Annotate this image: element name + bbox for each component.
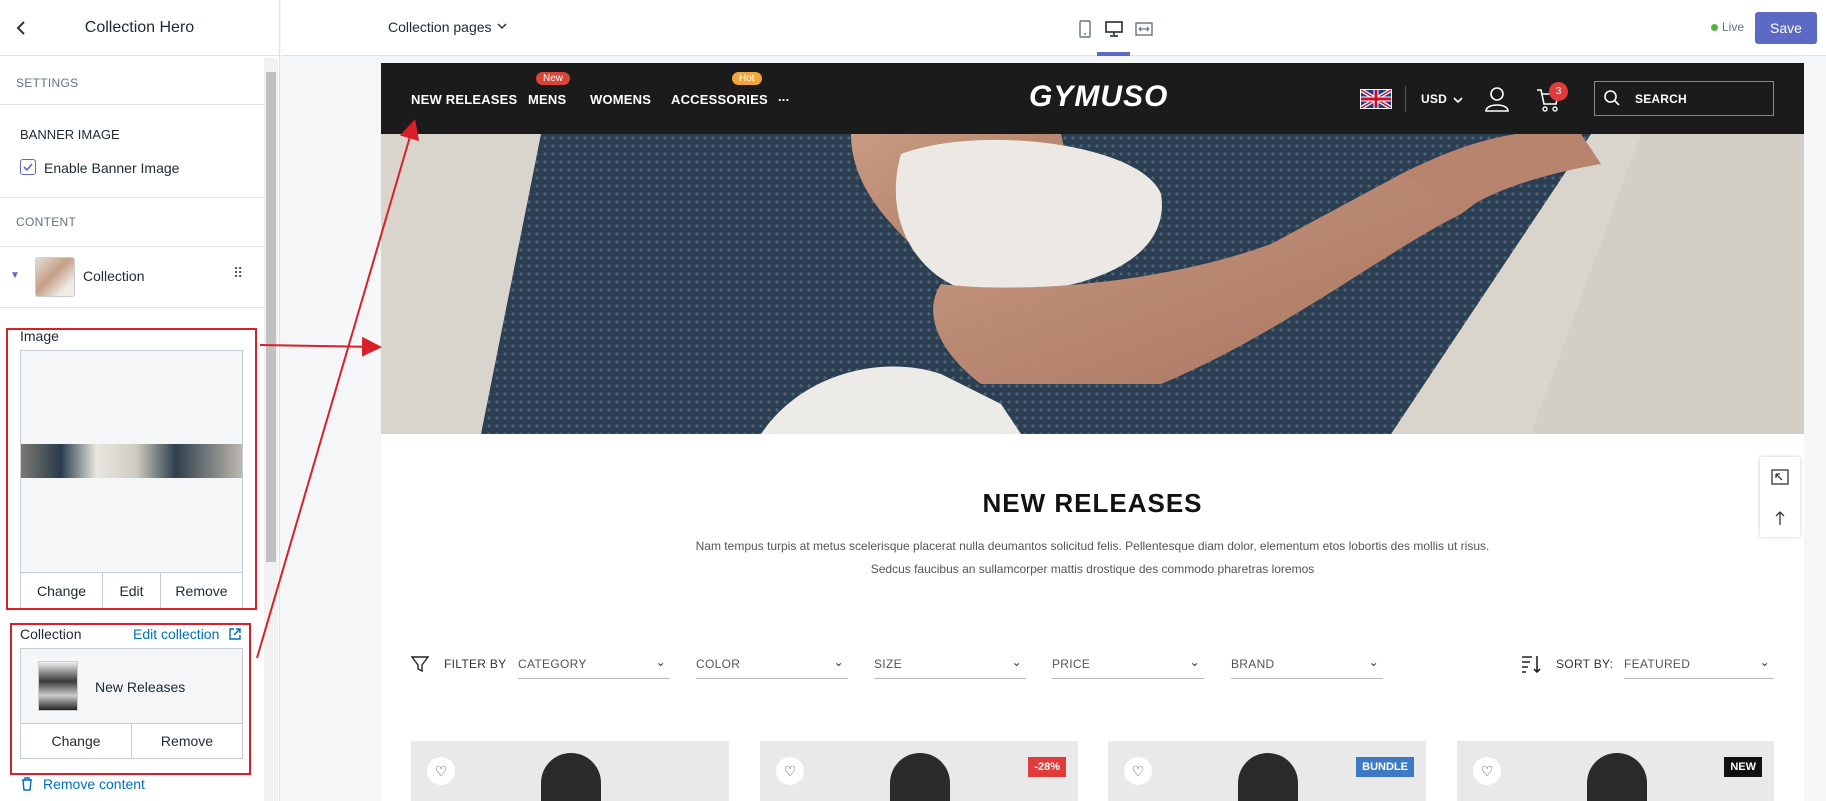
discount-badge: -28%: [1028, 757, 1066, 777]
sidebar-header: Collection Hero: [0, 0, 279, 56]
nav-divider: [1405, 86, 1406, 112]
collection-heading: NEW RELEASES: [982, 488, 1203, 518]
filter-brand-label: BRAND: [1231, 657, 1275, 671]
scroll-top-icon[interactable]: [1772, 509, 1788, 532]
filter-size[interactable]: SIZE ⌄: [874, 655, 1026, 679]
collapse-caret-icon[interactable]: ▼: [10, 270, 20, 281]
chevron-down-icon[interactable]: [496, 19, 508, 37]
trash-icon[interactable]: [20, 776, 34, 797]
filter-category-label: CATEGORY: [518, 657, 587, 671]
active-view-indicator: [1097, 52, 1130, 56]
product-image: [890, 753, 950, 801]
enable-banner-label: Enable Banner Image: [44, 160, 180, 176]
search-icon: [1603, 89, 1621, 112]
nav-more[interactable]: ...: [778, 89, 789, 104]
product-image: [1587, 753, 1647, 801]
collection-highlight-box: [10, 623, 251, 775]
uk-flag-icon[interactable]: [1360, 89, 1392, 109]
sort-icon: [1520, 653, 1542, 680]
filter-size-label: SIZE: [874, 657, 902, 671]
full-width-view-icon[interactable]: [1134, 20, 1154, 43]
heart-icon[interactable]: ♡: [1473, 757, 1501, 785]
filter-icon: [410, 654, 430, 679]
heart-icon[interactable]: ♡: [1124, 757, 1152, 785]
new-badge: NEW: [1724, 757, 1762, 777]
save-button[interactable]: Save: [1755, 12, 1817, 44]
product-card[interactable]: ♡ NEW: [1457, 741, 1774, 801]
filter-color-label: COLOR: [696, 657, 741, 671]
nav-new-tag: New: [536, 72, 571, 85]
nav-accessories[interactable]: ACCESSORIES: [671, 92, 768, 107]
back-arrow-icon[interactable]: [14, 18, 28, 38]
filter-price-label: PRICE: [1052, 657, 1091, 671]
collection-description-line-1: Nam tempus turpis at metus scelerisque p…: [695, 539, 1490, 553]
heart-icon[interactable]: ♡: [776, 757, 804, 785]
chevron-down-icon: ⌄: [655, 655, 666, 669]
filter-price[interactable]: PRICE ⌄: [1052, 655, 1204, 679]
store-preview: NEW RELEASES MENS New WOMENS ACCESSORIES…: [381, 63, 1804, 801]
sidebar-title: Collection Hero: [84, 18, 195, 36]
editor-topbar: Collection pages Live Save: [281, 0, 1826, 56]
account-icon[interactable]: [1484, 85, 1510, 118]
settings-label: SETTINGS: [16, 76, 79, 90]
nav-womens[interactable]: WOMENS: [590, 92, 651, 107]
live-status: Live: [1722, 20, 1745, 34]
preview-tools: [1760, 457, 1800, 537]
store-logo[interactable]: GYMUSO: [1029, 80, 1168, 114]
currency-selector[interactable]: USD: [1421, 92, 1447, 106]
cart-count-badge: 3: [1549, 82, 1568, 101]
heart-icon[interactable]: ♡: [427, 757, 455, 785]
drag-handle-icon[interactable]: ⠿: [233, 265, 243, 282]
sidebar-scroll-thumb[interactable]: [266, 72, 276, 562]
filter-brand[interactable]: BRAND ⌄: [1231, 655, 1383, 679]
sort-select[interactable]: FEATURED ⌄: [1624, 655, 1774, 679]
product-image: [1238, 753, 1298, 801]
desktop-view-icon[interactable]: [1104, 20, 1124, 43]
collection-description-line-2: Sedcus faucibus an sullamcorper mattis d…: [870, 562, 1315, 576]
filter-category[interactable]: CATEGORY ⌄: [518, 655, 670, 679]
chevron-down-icon: ⌄: [1011, 655, 1022, 669]
collection-block-label: Collection: [83, 268, 145, 284]
hero-banner-image: [381, 134, 1804, 434]
nav-mens[interactable]: MENS: [528, 92, 566, 107]
bundle-badge: BUNDLE: [1356, 757, 1414, 777]
collection-thumbnail: [35, 257, 75, 297]
settings-sidebar: Collection Hero SETTINGS BANNER IMAGE En…: [0, 0, 280, 801]
content-section: CONTENT: [0, 199, 264, 247]
live-status-dot: [1711, 24, 1718, 31]
chevron-down-icon: ⌄: [1759, 655, 1770, 669]
product-card[interactable]: ♡ -28%: [760, 741, 1078, 801]
nav-new-releases[interactable]: NEW RELEASES: [411, 92, 517, 107]
nav-hot-tag: Hot: [732, 72, 762, 85]
page-selector[interactable]: Collection pages: [388, 19, 492, 35]
mobile-view-icon[interactable]: [1078, 20, 1092, 43]
product-image: [541, 753, 601, 801]
banner-section: BANNER IMAGE Enable Banner Image: [0, 106, 264, 198]
currency-chevron-icon[interactable]: [1452, 92, 1464, 110]
store-nav: NEW RELEASES MENS New WOMENS ACCESSORIES…: [381, 63, 1804, 134]
chevron-down-icon: ⌄: [1189, 655, 1200, 669]
filter-by-label: FILTER BY: [444, 657, 507, 671]
image-highlight-box: [6, 328, 257, 610]
filter-color[interactable]: COLOR ⌄: [696, 655, 848, 679]
expand-icon[interactable]: [1770, 468, 1790, 491]
settings-section: SETTINGS: [0, 57, 264, 105]
search-placeholder: SEARCH: [1635, 92, 1687, 106]
product-card[interactable]: ♡: [411, 741, 729, 801]
chevron-down-icon: ⌄: [1368, 655, 1379, 669]
enable-banner-checkbox[interactable]: [20, 159, 36, 175]
content-label: CONTENT: [16, 215, 77, 229]
hero-photo: [381, 134, 1804, 434]
product-card[interactable]: ♡ BUNDLE: [1108, 741, 1426, 801]
collection-block[interactable]: ▼ Collection ⠿: [0, 248, 264, 308]
chevron-down-icon: ⌄: [833, 655, 844, 669]
sort-value: FEATURED: [1624, 657, 1691, 671]
remove-content-link[interactable]: Remove content: [43, 776, 145, 792]
store-search-box[interactable]: SEARCH: [1594, 81, 1774, 116]
sort-by-label: SORT BY:: [1556, 657, 1614, 671]
banner-heading: BANNER IMAGE: [20, 127, 120, 142]
